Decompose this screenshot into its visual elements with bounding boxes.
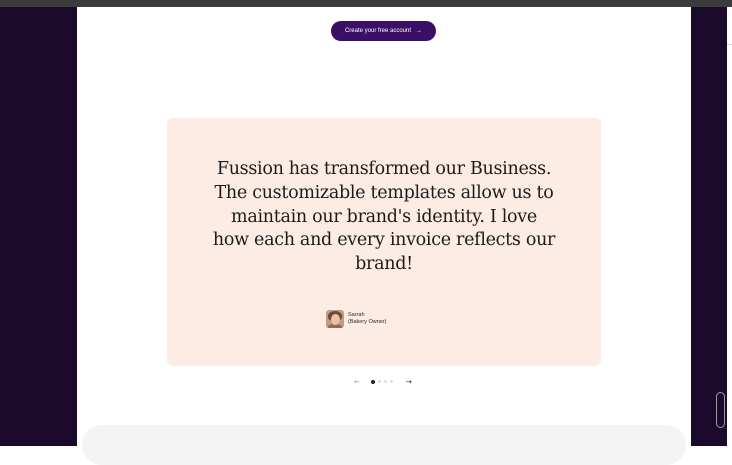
browser-top-bar: [0, 0, 732, 7]
author-info: Sarrah (Bakery Owner): [348, 312, 387, 326]
main-content: Create your free account → Fussion has t…: [77, 7, 691, 465]
create-account-label: Create your free account: [344, 28, 412, 34]
next-section-card: [82, 425, 686, 465]
quote-line: Fussion has transformed our Business.: [216, 159, 552, 179]
create-account-button[interactable]: Create your free account →: [331, 21, 436, 41]
author-name: Sarrah: [348, 312, 365, 318]
carousel-dot-4[interactable]: [390, 380, 393, 383]
carousel-dot-3[interactable]: [384, 380, 387, 383]
quote-line: The customizable templates allow us to: [214, 182, 554, 203]
testimonial-author: Sarrah (Bakery Owner): [326, 308, 387, 330]
arrow-left-icon[interactable]: ←: [354, 376, 360, 388]
quote-line: how each and every invoice reflects our: [212, 230, 556, 251]
divider: [727, 44, 732, 45]
carousel-dot-1[interactable]: [371, 379, 375, 384]
arrow-right-icon[interactable]: →: [406, 376, 412, 388]
testimonial-card: Fussion has transformed our Business. Th…: [167, 118, 601, 366]
author-role: (Bakery Owner): [348, 319, 387, 325]
right-edge: [727, 7, 732, 446]
carousel-navigation: ← →: [354, 376, 414, 388]
avatar: [326, 310, 344, 328]
quote-line: maintain our brand's identity. I love: [231, 206, 537, 227]
left-dark-panel: [0, 7, 77, 446]
arrow-right-icon: →: [416, 28, 423, 34]
scrollbar-thumb[interactable]: [716, 392, 725, 428]
right-dark-panel: [691, 7, 727, 446]
carousel-dot-2[interactable]: [378, 380, 381, 383]
quote-line: brand!: [355, 254, 413, 275]
testimonial-quote: Fussion has transformed our Business. Th…: [167, 158, 601, 277]
